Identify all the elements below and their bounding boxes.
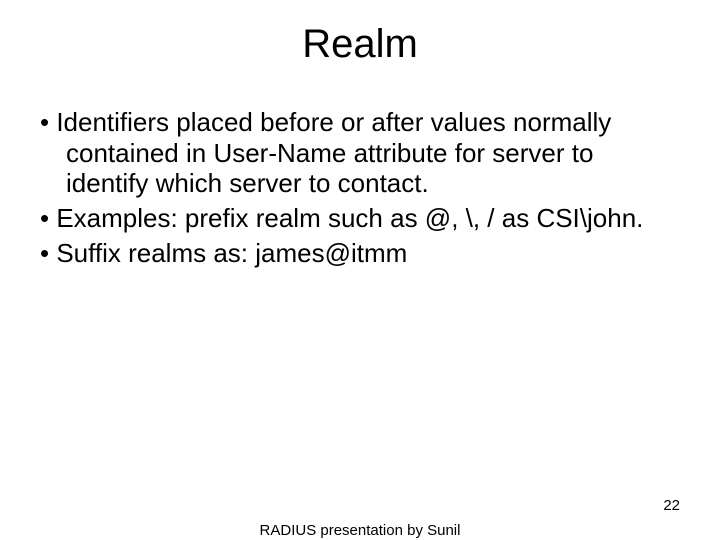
- footer-author: RADIUS presentation by Sunil Vallamkonda: [230, 522, 490, 540]
- page-number: 22: [663, 497, 680, 514]
- slide-title: Realm: [0, 0, 720, 67]
- slide-body: Identifiers placed before or after value…: [0, 67, 720, 268]
- bullet-list: Identifiers placed before or after value…: [40, 107, 680, 268]
- list-item: Suffix realms as: james@itmm: [40, 238, 680, 269]
- list-item: Examples: prefix realm such as @, \, / a…: [40, 203, 680, 234]
- slide: Realm Identifiers placed before or after…: [0, 0, 720, 540]
- list-item: Identifiers placed before or after value…: [40, 107, 680, 199]
